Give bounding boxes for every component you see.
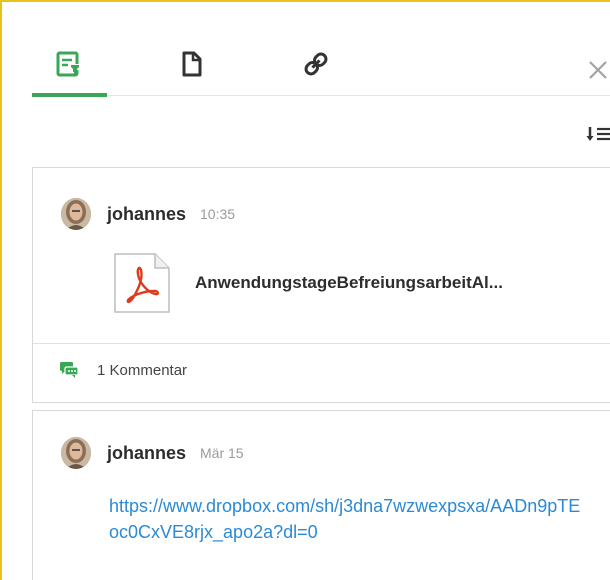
close-button[interactable] xyxy=(584,56,610,84)
sort-button[interactable] xyxy=(586,123,610,145)
pdf-file-icon xyxy=(114,253,170,313)
post-card: johannes 10:35 AnwendungstageBefreiungsa… xyxy=(32,167,610,403)
attachment-filename[interactable]: AnwendungstageBefreiungsarbeitAl... xyxy=(195,273,503,293)
user-avatar[interactable] xyxy=(61,437,91,469)
link-icon xyxy=(304,52,328,76)
notes-pin-icon xyxy=(56,51,80,77)
post-link[interactable]: https://www.dropbox.com/sh/j3dna7wzwexps… xyxy=(109,493,589,545)
comments-count[interactable]: 1 Kommentar xyxy=(97,362,187,379)
close-icon xyxy=(589,61,607,79)
side-panel: johannes 10:35 AnwendungstageBefreiungsa… xyxy=(0,0,610,580)
tab-links[interactable] xyxy=(296,44,336,84)
post-author[interactable]: johannes xyxy=(107,204,186,225)
post-time: Mär 15 xyxy=(200,445,244,461)
file-icon xyxy=(182,51,202,77)
tab-bar xyxy=(32,36,610,98)
comments-link[interactable]: 1 Kommentar xyxy=(59,361,187,379)
post-time: 10:35 xyxy=(200,206,236,222)
tab-files[interactable] xyxy=(172,44,212,84)
user-avatar[interactable] xyxy=(61,198,91,230)
card-divider xyxy=(33,343,610,344)
post-header: johannes 10:35 xyxy=(61,198,235,230)
pdf-attachment[interactable]: AnwendungstageBefreiungsarbeitAl... xyxy=(113,252,503,314)
post-header: johannes Mär 15 xyxy=(61,437,244,469)
tab-bar-divider xyxy=(32,95,610,96)
post-author[interactable]: johannes xyxy=(107,443,186,464)
active-tab-indicator xyxy=(32,93,107,97)
sort-icon xyxy=(586,127,610,141)
post-card: johannes Mär 15 https://www.dropbox.com/… xyxy=(32,410,610,580)
comments-icon xyxy=(60,362,79,378)
tab-notes[interactable] xyxy=(49,44,89,84)
